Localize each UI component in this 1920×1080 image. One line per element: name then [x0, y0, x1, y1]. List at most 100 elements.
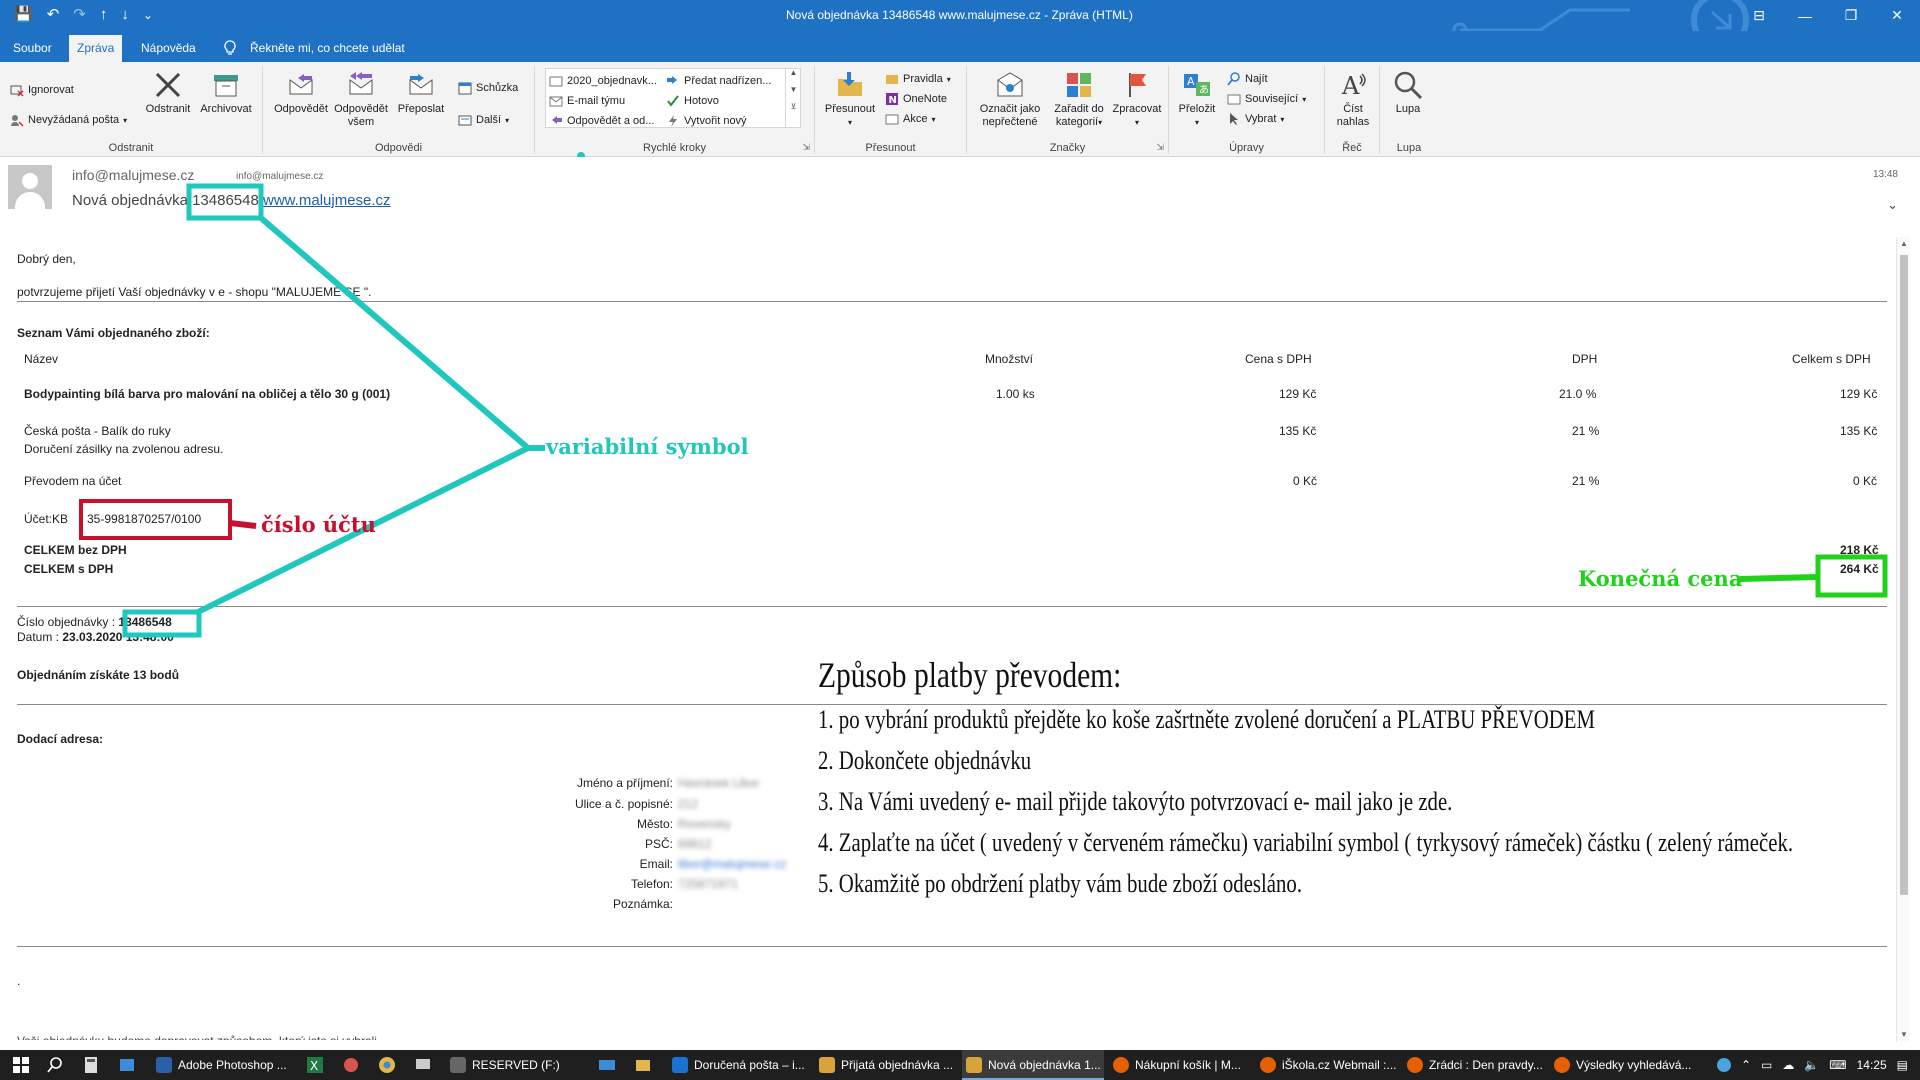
related-button[interactable]: Související ▾: [1227, 92, 1306, 106]
chevron-down-icon[interactable]: ▼: [786, 85, 801, 94]
quick-step-5[interactable]: Hotovo: [666, 94, 719, 108]
quick-step-6[interactable]: Vytvořit nový: [666, 114, 747, 128]
quick-step-1[interactable]: 2020_objednavk...: [549, 74, 657, 88]
follow-up-button[interactable]: Zpracovat ▾: [1109, 70, 1165, 129]
previous-item-icon[interactable]: ↑: [100, 6, 108, 24]
ribbon-display-options-icon[interactable]: ⊟: [1736, 0, 1782, 31]
tab-napoveda[interactable]: Nápověda: [133, 35, 204, 62]
checkmark-icon: [667, 95, 679, 107]
select-button[interactable]: Vybrat ▾: [1227, 112, 1284, 126]
next-item-icon[interactable]: ↓: [121, 6, 129, 24]
save-icon[interactable]: 💾: [14, 6, 33, 24]
delete-button[interactable]: Odstranit: [141, 70, 195, 116]
row-product-name: Bodypainting bílá barva pro malování na …: [24, 387, 391, 401]
taskbar-app-traitors[interactable]: Zrádci : Den pravdy...: [1403, 1050, 1545, 1080]
reply-button[interactable]: Odpovědět: [273, 70, 329, 116]
customize-qat-icon[interactable]: ⌄: [143, 6, 153, 24]
tab-soubor[interactable]: Soubor: [5, 35, 60, 62]
group-upravy: Aあ Přeložit ▾ Najít Související ▾ Vybrat ▾ …: [1169, 66, 1325, 154]
clock[interactable]: 14:25: [1857, 1058, 1887, 1072]
subject-link[interactable]: www.malujmese.cz: [263, 192, 391, 209]
app-icon[interactable]: [342, 1056, 360, 1074]
maximize-button[interactable]: ❐: [1828, 0, 1874, 31]
files-icon[interactable]: [634, 1056, 652, 1074]
chrome-icon[interactable]: [378, 1056, 396, 1074]
svg-text:A: A: [1341, 72, 1360, 100]
mark-unread-button[interactable]: Označit jako nepřečtené: [975, 70, 1045, 129]
ignore-icon: [10, 85, 24, 97]
excel-icon[interactable]: X: [306, 1056, 324, 1074]
lightning-icon: [669, 115, 677, 127]
ignore-button[interactable]: Ignorovat: [10, 83, 74, 97]
read-aloud-button[interactable]: A Číst nahlas: [1329, 70, 1377, 129]
taskbar-app-cart[interactable]: Nákupní košík | M...: [1109, 1050, 1251, 1080]
scroll-down-icon[interactable]: ▼: [1897, 1028, 1911, 1042]
reply-all-button[interactable]: Odpovědět všem: [331, 70, 391, 129]
photoshop-icon: [156, 1057, 172, 1073]
meeting-button[interactable]: Schůzka: [458, 81, 518, 95]
chevron-down-icon: ▾: [123, 115, 128, 125]
move-button[interactable]: Přesunout ▾: [821, 70, 879, 129]
taskbar-app-new-order[interactable]: Nová objednávka 1...: [962, 1050, 1104, 1080]
taskbar-app-search-results[interactable]: Výsledky vyhledává...: [1550, 1050, 1692, 1080]
calculator-icon[interactable]: [82, 1056, 100, 1074]
tab-zprava[interactable]: Zpráva: [69, 35, 123, 62]
zoom-button[interactable]: Lupa: [1384, 70, 1432, 116]
film-icon[interactable]: [118, 1056, 136, 1074]
taskbar-app-inbox[interactable]: Doručená pošta – i...: [668, 1050, 808, 1080]
chevron-down-icon: ▾: [847, 118, 852, 127]
svg-text:A: A: [1187, 75, 1195, 88]
forward-button[interactable]: Přeposlat: [393, 70, 449, 116]
dialog-launcher-icon[interactable]: ⇲: [1156, 142, 1164, 153]
quick-step-4[interactable]: Předat nadřízen...: [666, 74, 771, 88]
delivery-value-email[interactable]: libor@malujmese.cz: [678, 857, 786, 871]
onenote-button[interactable]: N OneNote: [885, 92, 947, 106]
gallery-scroll[interactable]: ▲ ▼ ⊻: [785, 68, 801, 128]
windows-start-icon[interactable]: [12, 1056, 30, 1074]
undo-icon[interactable]: ↶: [47, 6, 60, 24]
archive-button[interactable]: Archivovat: [195, 70, 257, 116]
gallery-expand-icon[interactable]: ⊻: [786, 102, 801, 111]
search-icon[interactable]: [46, 1056, 64, 1074]
sender-name[interactable]: info@malujmese.cz: [72, 167, 194, 183]
redo-icon[interactable]: ↷: [73, 6, 86, 24]
remote-desktop-icon[interactable]: [414, 1056, 432, 1074]
account-label: Účet:KB: [24, 512, 69, 526]
junk-mail-button[interactable]: Nevyžádaná pošta ▾: [10, 113, 127, 127]
scroll-up-icon[interactable]: ▲: [1897, 237, 1911, 251]
quick-step-3[interactable]: Odpovědět a od...: [549, 114, 654, 128]
taskbar-app-webmail[interactable]: iŠkola.cz Webmail :...: [1256, 1050, 1398, 1080]
delivery-label-name: Jméno a příjmení:: [576, 776, 673, 790]
chevron-down-icon[interactable]: ⌄: [1887, 197, 1898, 213]
quick-step-2[interactable]: E-mail týmu: [549, 94, 625, 108]
more-respond-button[interactable]: Další ▾: [458, 113, 509, 127]
categorize-button[interactable]: Zařadit do kategorií▾: [1047, 70, 1111, 129]
rules-button[interactable]: Pravidla ▾: [885, 72, 951, 86]
taskbar-app-photoshop[interactable]: Adobe Photoshop ...: [152, 1050, 292, 1080]
tell-me-search[interactable]: Řekněte mi, co chcete udělat: [242, 35, 413, 62]
find-button[interactable]: Najít: [1227, 72, 1268, 86]
forward-icon: [409, 74, 433, 95]
keyboard-icon[interactable]: ⌨: [1829, 1058, 1846, 1072]
chevron-up-icon[interactable]: ▲: [786, 68, 801, 77]
chevron-up-icon[interactable]: ⌃: [1741, 1058, 1751, 1072]
taskbar-app-received-order[interactable]: Přijatá objednávka ...: [815, 1050, 957, 1080]
taskbar-app-drive[interactable]: RESERVED (F:): [446, 1050, 584, 1080]
group-lupa: Lupa Lupa: [1380, 66, 1438, 154]
minimize-button[interactable]: —: [1782, 0, 1828, 31]
quick-access-toolbar: 💾 ↶ ↷ ↑ ↓ ⌄: [14, 6, 153, 24]
close-button[interactable]: ✕: [1874, 0, 1920, 31]
dialog-launcher-icon[interactable]: ⇲: [802, 142, 810, 153]
divider: [17, 606, 1887, 607]
row-shipping-name: Česká pošta - Balík do ruky: [24, 424, 171, 438]
mail-icon[interactable]: [598, 1056, 616, 1074]
notifications-icon[interactable]: ▤: [1897, 1058, 1908, 1072]
vertical-scrollbar[interactable]: ▲ ▼: [1896, 237, 1910, 1042]
cloud-icon[interactable]: ☁: [1782, 1058, 1794, 1072]
volume-icon[interactable]: 🔈: [1804, 1058, 1819, 1072]
network-icon[interactable]: ▭: [1761, 1058, 1772, 1072]
translate-button[interactable]: Aあ Přeložit ▾: [1173, 70, 1221, 129]
app-tray-icon[interactable]: [1716, 1058, 1731, 1072]
scroll-thumb[interactable]: [1900, 255, 1908, 895]
actions-button[interactable]: Akce ▾: [885, 112, 935, 126]
